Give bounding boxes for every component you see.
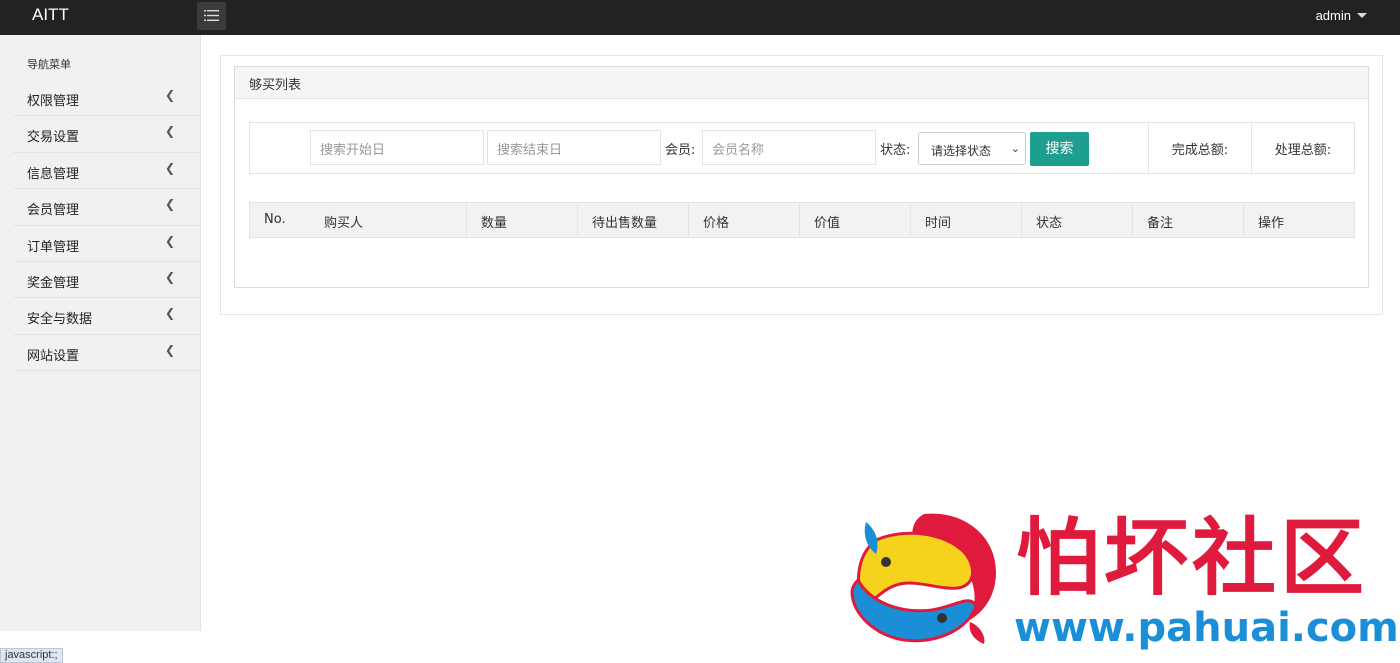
- chevron-down-icon: ⌄: [1010, 142, 1020, 155]
- sidebar-item-label: 安全与数据: [27, 312, 93, 328]
- top-navbar: AITT admin: [0, 0, 1400, 35]
- column-header: No.: [264, 212, 286, 227]
- member-label: 会员:: [665, 143, 696, 158]
- browser-status-bar: javascript:;: [0, 648, 63, 663]
- user-menu[interactable]: admin: [1316, 8, 1367, 23]
- column-header: 待出售数量: [577, 203, 688, 237]
- purchase-table-header: No. 购买人 数量 待出售数量 价格 价值 时间 状态 备注 操作: [249, 202, 1355, 238]
- status-label: 状态:: [880, 143, 911, 158]
- chevron-left-icon: ❮: [164, 269, 175, 284]
- status-select[interactable]: 请选择状态 ⌄: [918, 132, 1026, 165]
- sidebar-item-members[interactable]: 会员管理 ❮: [13, 189, 201, 226]
- column-header: 时间: [910, 203, 1021, 237]
- sidebar-item-label: 权限管理: [27, 94, 80, 109]
- sidebar-item-label: 会员管理: [27, 203, 80, 219]
- app-brand[interactable]: AITT: [32, 5, 69, 25]
- sidebar-item-bonus[interactable]: 奖金管理 ❮: [13, 262, 201, 299]
- column-header: 价值: [799, 203, 910, 237]
- column-header: 操作: [1243, 203, 1354, 237]
- member-name-input[interactable]: 会员名称: [702, 130, 876, 165]
- chevron-left-icon: ❮: [164, 197, 175, 212]
- chevron-left-icon: ❮: [164, 160, 175, 175]
- sidebar-item-label: 信息管理: [27, 166, 80, 182]
- sidebar-item-label: 订单管理: [27, 239, 80, 255]
- sidebar-item-site-settings[interactable]: 网站设置 ❮: [13, 335, 201, 372]
- sidebar-item-label: 交易设置: [27, 130, 80, 146]
- sidebar-heading: 导航菜单: [27, 58, 71, 71]
- chevron-left-icon: ❮: [164, 124, 175, 139]
- end-date-input[interactable]: 搜索结束日: [487, 130, 661, 165]
- sidebar-item-info[interactable]: 信息管理 ❮: [13, 153, 201, 190]
- column-header: 价格: [688, 203, 799, 237]
- status-select-value: 请选择状态: [931, 144, 992, 158]
- start-date-input[interactable]: 搜索开始日: [310, 130, 484, 165]
- user-name: admin: [1315, 8, 1351, 23]
- chevron-left-icon: ❮: [164, 88, 175, 102]
- panel-title: 够买列表: [235, 67, 1368, 99]
- menu-toggle-button[interactable]: [197, 2, 226, 30]
- sidebar-item-label: 网站设置: [27, 348, 80, 364]
- chevron-left-icon: ❮: [164, 233, 175, 248]
- sidebar-item-permissions[interactable]: 权限管理 ❮: [13, 80, 201, 117]
- column-header: 备注: [1132, 203, 1243, 237]
- process-total: 处理总额:: [1251, 123, 1354, 173]
- sidebar-item-security[interactable]: 安全与数据 ❮: [13, 298, 201, 335]
- fish-logo-icon: [850, 513, 996, 644]
- watermark-title: 怕坏社区: [1016, 508, 1369, 607]
- chevron-left-icon: ❮: [164, 342, 175, 357]
- complete-total: 完成总额:: [1148, 123, 1251, 173]
- caret-down-icon: [1357, 13, 1367, 18]
- list-icon: [204, 10, 219, 21]
- sidebar-item-orders[interactable]: 订单管理 ❮: [13, 226, 201, 262]
- column-header: 购买人: [324, 216, 364, 231]
- search-bar: 搜索开始日 搜索结束日 会员: 会员名称 状态: 请选择状态 ⌄ 搜索 完成总额…: [249, 122, 1355, 174]
- column-header: 状态: [1021, 203, 1132, 237]
- sidebar: 导航菜单 权限管理 ❮ 交易设置 ❮ 信息管理 ❮ 会员管理 ❮ 订单管理 ❮ …: [0, 35, 201, 631]
- sidebar-item-label: 奖金管理: [27, 275, 80, 291]
- watermark-url: www.pahuai.com: [1014, 605, 1399, 651]
- column-header: 数量: [466, 203, 577, 237]
- search-button[interactable]: 搜索: [1030, 132, 1089, 166]
- sidebar-item-trade-settings[interactable]: 交易设置 ❮: [13, 116, 201, 153]
- chevron-left-icon: ❮: [164, 306, 175, 321]
- purchase-list-panel: 够买列表: [234, 66, 1369, 288]
- sidebar-menu: 权限管理 ❮ 交易设置 ❮ 信息管理 ❮ 会员管理 ❮ 订单管理 ❮ 奖金管理 …: [0, 80, 201, 372]
